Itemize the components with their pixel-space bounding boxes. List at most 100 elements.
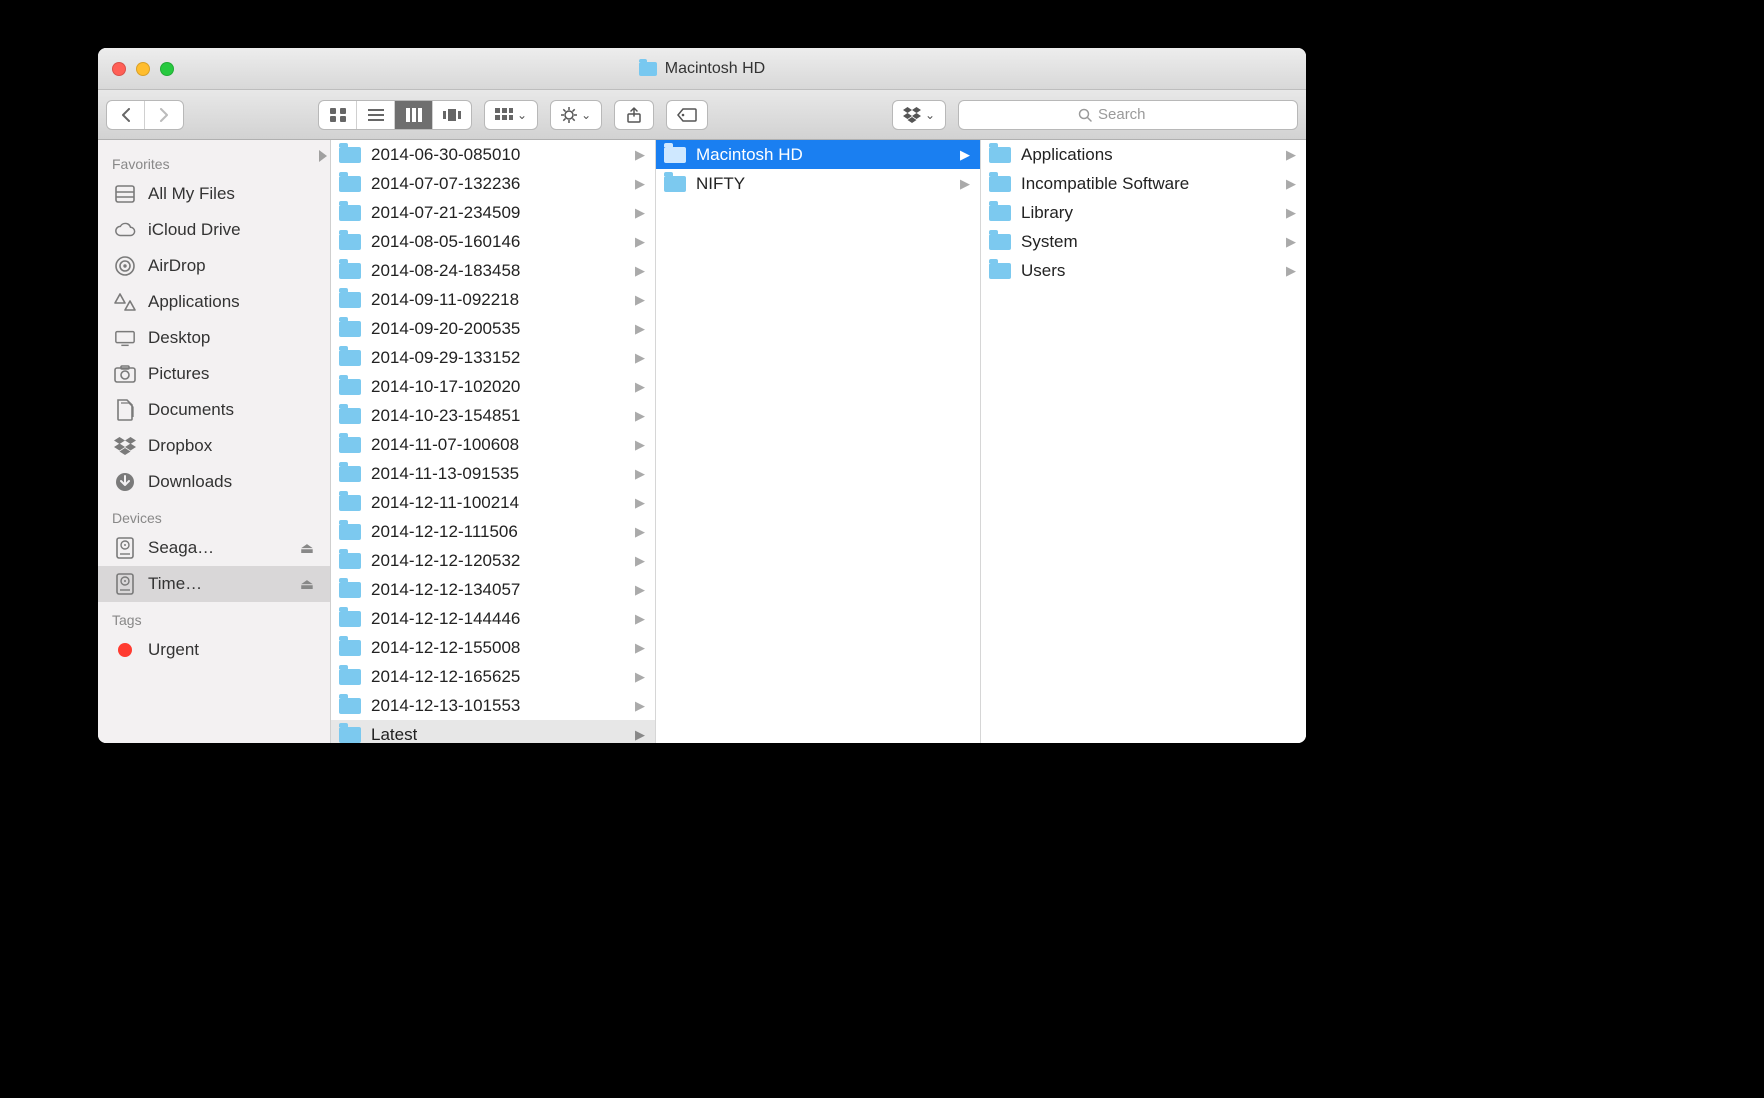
sidebar-item[interactable]: Pictures: [98, 356, 330, 392]
file-row[interactable]: 2014-12-12-144446▶: [331, 604, 655, 633]
sidebar-item[interactable]: Time…⏏: [98, 566, 330, 602]
view-columns-button[interactable]: [395, 101, 433, 129]
file-row[interactable]: 2014-12-12-111506▶: [331, 517, 655, 546]
disclosure-arrow-icon: ▶: [635, 698, 645, 714]
sidebar-section-header: Favorites: [98, 146, 330, 176]
finder-window: Macintosh HD: [98, 48, 1306, 743]
tags-button[interactable]: [666, 100, 708, 130]
sidebar-item[interactable]: AirDrop: [98, 248, 330, 284]
dropbox-button[interactable]: ⌄: [892, 100, 946, 130]
disclosure-arrow-icon: ▶: [635, 408, 645, 424]
file-row[interactable]: 2014-09-11-092218▶: [331, 285, 655, 314]
forward-button[interactable]: [145, 101, 183, 129]
file-row[interactable]: Users▶: [981, 256, 1306, 285]
disclosure-arrow-icon: ▶: [635, 582, 645, 598]
eject-icon[interactable]: ⏏: [300, 539, 314, 557]
sidebar-item-label: iCloud Drive: [148, 220, 241, 240]
folder-icon: [339, 437, 361, 453]
file-row[interactable]: 2014-10-23-154851▶: [331, 401, 655, 430]
file-row[interactable]: 2014-12-12-120532▶: [331, 546, 655, 575]
folder-icon: [989, 205, 1011, 221]
sidebar-item[interactable]: Applications: [98, 284, 330, 320]
window-zoom-button[interactable]: [160, 62, 174, 76]
disclosure-arrow-icon: ▶: [635, 147, 645, 163]
sidebar-item[interactable]: All My Files: [98, 176, 330, 212]
file-label: Library: [1021, 203, 1073, 223]
file-label: NIFTY: [696, 174, 745, 194]
file-row[interactable]: System▶: [981, 227, 1306, 256]
file-row[interactable]: NIFTY ▶: [656, 169, 980, 198]
file-row[interactable]: 2014-09-29-133152 ▶: [331, 343, 655, 372]
file-row[interactable]: 2014-11-07-100608▶: [331, 430, 655, 459]
disclosure-arrow-icon: ▶: [635, 640, 645, 656]
back-button[interactable]: [107, 101, 145, 129]
share-button[interactable]: [614, 100, 654, 130]
view-coverflow-button[interactable]: [433, 101, 471, 129]
sidebar-item[interactable]: Dropbox: [98, 428, 330, 464]
sidebar-item[interactable]: iCloud Drive: [98, 212, 330, 248]
file-row[interactable]: 2014-07-21-234509▶: [331, 198, 655, 227]
chevron-down-icon: ⌄: [581, 108, 591, 122]
action-button[interactable]: ⌄: [550, 100, 602, 130]
search-input[interactable]: [1098, 106, 1178, 123]
file-row[interactable]: Incompatible Software▶: [981, 169, 1306, 198]
file-row[interactable]: 2014-12-12-134057▶: [331, 575, 655, 604]
arrange-button[interactable]: ⌄: [484, 100, 538, 130]
sidebar-section-header: Tags: [98, 602, 330, 632]
airdrop-icon: [114, 255, 136, 277]
column: 2014-06-30-085010▶2014-07-07-132236▶2014…: [331, 140, 656, 743]
file-row[interactable]: Library▶: [981, 198, 1306, 227]
sidebar-item[interactable]: Downloads: [98, 464, 330, 500]
eject-icon[interactable]: ⏏: [300, 575, 314, 593]
folder-icon: [339, 495, 361, 511]
folder-icon: [339, 727, 361, 743]
folder-icon: [339, 611, 361, 627]
disclosure-arrow-icon: ▶: [635, 524, 645, 540]
file-row[interactable]: Applications▶: [981, 140, 1306, 169]
nav-buttons: [106, 100, 184, 130]
file-row[interactable]: 2014-08-05-160146▶: [331, 227, 655, 256]
view-list-button[interactable]: [357, 101, 395, 129]
disclosure-arrow-icon: ▶: [635, 205, 645, 221]
file-row[interactable]: 2014-11-13-091535▶: [331, 459, 655, 488]
downloads-icon: [114, 471, 136, 493]
file-row[interactable]: Macintosh HD▶: [656, 140, 980, 169]
sidebar-item[interactable]: Documents: [98, 392, 330, 428]
file-row[interactable]: 2014-12-13-101553▶: [331, 691, 655, 720]
file-row[interactable]: 2014-10-17-102020▶: [331, 372, 655, 401]
disclosure-arrow-icon: ▶: [635, 263, 645, 279]
window-close-button[interactable]: [112, 62, 126, 76]
folder-icon: [989, 147, 1011, 163]
sidebar-item-label: Documents: [148, 400, 234, 420]
window-title: Macintosh HD: [665, 60, 765, 78]
folder-icon: [339, 698, 361, 714]
search-field[interactable]: [958, 100, 1298, 130]
file-row[interactable]: 2014-07-07-132236▶: [331, 169, 655, 198]
file-label: 2014-06-30-085010: [371, 145, 520, 165]
titlebar[interactable]: Macintosh HD: [98, 48, 1306, 90]
folder-icon: [339, 263, 361, 279]
file-row[interactable]: 2014-06-30-085010 ▶: [331, 140, 655, 169]
window-minimize-button[interactable]: [136, 62, 150, 76]
folder-icon: [339, 582, 361, 598]
file-row[interactable]: 2014-12-12-155008▶: [331, 633, 655, 662]
sidebar-item[interactable]: Urgent: [98, 632, 330, 668]
sidebar-item[interactable]: Desktop: [98, 320, 330, 356]
file-row[interactable]: 2014-12-12-165625▶: [331, 662, 655, 691]
sidebar-item-label: Desktop: [148, 328, 210, 348]
file-row[interactable]: 2014-09-20-200535▶: [331, 314, 655, 343]
file-row[interactable]: 2014-08-24-183458▶: [331, 256, 655, 285]
expand-handle-icon[interactable]: [319, 150, 327, 162]
file-row[interactable]: Latest▶: [331, 720, 655, 743]
file-label: 2014-09-29-133152: [371, 348, 520, 368]
sidebar-item-label: All My Files: [148, 184, 235, 204]
file-row[interactable]: 2014-12-11-100214▶: [331, 488, 655, 517]
sidebar-item[interactable]: Seaga…⏏: [98, 530, 330, 566]
sidebar-item-label: Downloads: [148, 472, 232, 492]
column: Applications▶Incompatible Software▶Libra…: [981, 140, 1306, 743]
disclosure-arrow-icon: ▶: [960, 176, 970, 192]
disclosure-arrow-icon: ▶: [635, 350, 645, 366]
disclosure-arrow-icon: ▶: [1286, 176, 1296, 192]
view-icons-button[interactable]: [319, 101, 357, 129]
disclosure-arrow-icon: ▶: [635, 176, 645, 192]
